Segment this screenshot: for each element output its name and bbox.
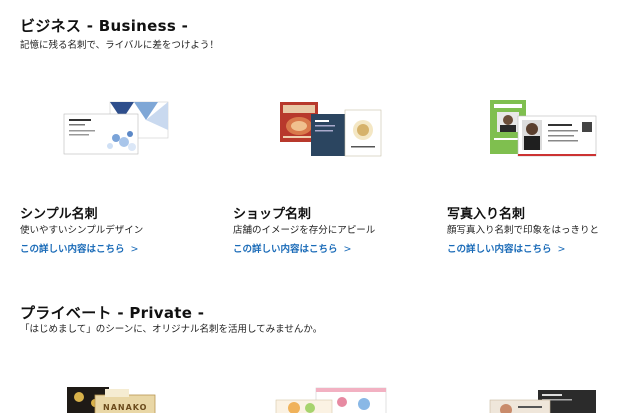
- private-section-title: プライベート - Private -: [20, 304, 205, 322]
- shop-card-image[interactable]: [275, 98, 385, 162]
- business-section-title: ビジネス - Business -: [20, 17, 189, 35]
- simple-card-title: シンプル名刺: [20, 207, 98, 222]
- simple-card-image[interactable]: [60, 100, 175, 160]
- shop-card-title: ショップ名刺: [233, 207, 312, 222]
- shop-card-link-label: この詳しい内容はこちら: [233, 244, 338, 255]
- private-card-image-3[interactable]: [488, 388, 600, 417]
- private-card-image-2[interactable]: [272, 386, 388, 417]
- private-sample-name: NANAKO: [103, 403, 148, 412]
- simple-card-link-label: この詳しい内容はこちら: [20, 244, 125, 255]
- photo-card-link-label: この詳しい内容はこちら: [447, 244, 552, 255]
- photo-card-title: 写真入り名刺: [447, 207, 526, 222]
- private-card-image-1[interactable]: NANAKO: [65, 385, 165, 417]
- shop-card-link[interactable]: この詳しい内容はこちら >: [233, 241, 351, 255]
- chevron-right-icon: >: [130, 244, 139, 255]
- simple-card-link[interactable]: この詳しい内容はこちら >: [20, 241, 138, 255]
- chevron-right-icon: >: [343, 244, 352, 255]
- shop-card-desc: 店舗のイメージを存分にアピール: [233, 225, 376, 236]
- photo-card-desc: 顔写真入り名刺で印象をはっきりと: [447, 225, 600, 236]
- business-section-subtitle: 記憶に残る名刺で、ライバルに差をつけよう！: [20, 40, 219, 51]
- private-section-subtitle: 「はじめまして」のシーンに、オリジナル名刺を活用してみませんか。: [20, 324, 323, 335]
- photo-card-link[interactable]: この詳しい内容はこちら >: [447, 241, 565, 255]
- simple-card-desc: 使いやすいシンプルデザイン: [20, 225, 144, 236]
- chevron-right-icon: >: [557, 244, 566, 255]
- photo-card-image[interactable]: [488, 98, 600, 162]
